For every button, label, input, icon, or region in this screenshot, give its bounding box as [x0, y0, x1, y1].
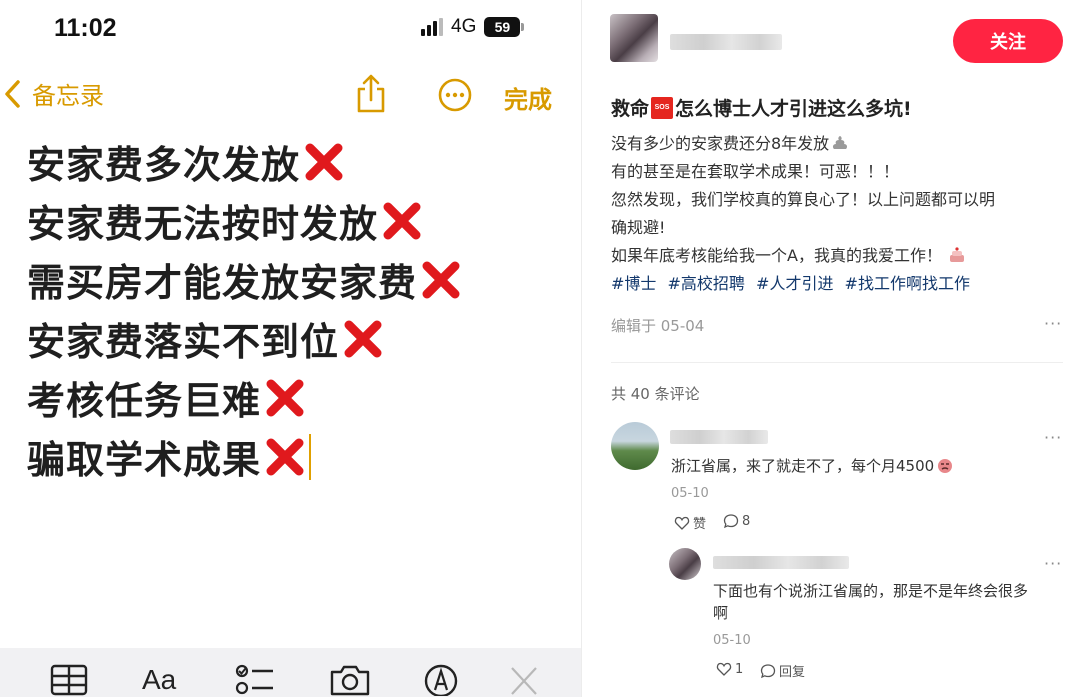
heart-icon [716, 662, 732, 676]
like-button[interactable]: 赞 [674, 513, 706, 532]
comment-more-icon[interactable]: ··· [1044, 428, 1062, 447]
post-panel: 关注 救命 SOS 怎么博士人才引进这么多坑! 没有多少的安家费还分8年发放 有… [581, 0, 1080, 697]
close-icon[interactable] [509, 662, 539, 696]
red-x-icon [344, 320, 382, 357]
note-line: 安家费无法按时发放 [27, 191, 463, 250]
note-line-text: 骗取学术成果 [27, 438, 262, 482]
reply-date: 05-10 [713, 633, 751, 648]
heart-icon [674, 516, 690, 530]
tag-link[interactable]: #高校招聘 [668, 274, 745, 293]
post-tags: #博士 #高校招聘 #人才引进 #找工作啊找工作 [611, 270, 1063, 298]
red-x-icon [305, 143, 343, 180]
comment-bubble-icon [760, 663, 776, 678]
checklist-icon[interactable] [235, 662, 275, 696]
comment-bubble-icon [723, 514, 739, 529]
network-label: 4G [451, 16, 477, 37]
comment-date: 05-10 [671, 486, 709, 501]
commenter-name[interactable] [670, 430, 768, 444]
reply-like-button[interactable]: 1 [716, 661, 743, 677]
notes-navbar: 备忘录 完成 [0, 72, 581, 120]
edit-date: 编辑于 05-04 [611, 317, 705, 335]
note-line-text: 考核任务巨难 [27, 379, 262, 423]
red-x-icon [383, 202, 421, 239]
note-line-text: 安家费无法按时发放 [27, 202, 379, 246]
battery-level: 59 [484, 17, 521, 37]
post-body-line: 如果年底考核能给我一个A，我真的我爱工作！ [611, 242, 1063, 270]
text-cursor [309, 433, 312, 480]
table-icon[interactable] [50, 662, 88, 696]
sos-badge: SOS [651, 96, 674, 119]
note-content[interactable]: 安家费多次发放 安家费无法按时发放 需买房才能发放安家费 安家费落实不到位 考核… [27, 132, 463, 486]
notes-screen: 11:02 4G 59 备忘录 完成 安家费多次发放 安家费无法按时发放 需买房… [0, 0, 581, 697]
note-line: 安家费落实不到位 [27, 309, 463, 368]
author-name[interactable] [670, 34, 782, 50]
cake-emoji-icon [949, 247, 964, 262]
post-body: 没有多少的安家费还分8年发放 有的甚至是在套取学术成果！可恶！！！ 忽然发现，我… [611, 130, 1063, 298]
chevron-left-icon [5, 79, 20, 108]
red-x-icon [266, 438, 304, 475]
reply-name[interactable] [713, 556, 849, 569]
format-text-button[interactable]: Aa [142, 664, 176, 697]
commenter-avatar[interactable] [611, 422, 659, 470]
back-button[interactable]: 备忘录 [2, 76, 104, 111]
markup-pen-icon[interactable] [423, 662, 459, 696]
share-icon[interactable] [354, 72, 388, 114]
poop-emoji-icon [833, 136, 848, 149]
done-button[interactable]: 完成 [504, 80, 552, 115]
note-line-text: 安家费落实不到位 [27, 320, 340, 364]
tag-link[interactable]: #人才引进 [756, 274, 833, 293]
post-title-prefix: 救命 [611, 98, 650, 120]
note-line: 安家费多次发放 [27, 132, 463, 191]
red-x-icon [422, 261, 460, 298]
comment-text: 浙江省属，来了就走不了，每个月4500 [671, 455, 954, 477]
tag-link[interactable]: #找工作啊找工作 [845, 274, 970, 293]
note-line-text: 需买房才能发放安家费 [27, 261, 418, 305]
note-line: 考核任务巨难 [27, 368, 463, 427]
red-x-icon [266, 379, 304, 416]
back-label: 备忘录 [32, 82, 104, 110]
status-indicators: 4G 59 [421, 16, 525, 38]
post-title-text: 怎么博士人才引进这么多坑! [675, 98, 912, 120]
author-avatar[interactable] [610, 14, 658, 62]
note-line-text: 安家费多次发放 [27, 143, 301, 187]
post-body-line: 忽然发现，我们学校真的算良心了！以上问题都可以明 [611, 190, 996, 209]
post-body-line: 没有多少的安家费还分8年发放 [611, 130, 1063, 158]
reply-avatar[interactable] [669, 548, 701, 580]
battery-icon: 59 [484, 17, 525, 37]
post-more-icon[interactable]: ··· [1044, 314, 1062, 333]
notes-toolbar: Aa [0, 648, 581, 697]
camera-icon[interactable] [329, 662, 371, 696]
note-line: 需买房才能发放安家费 [27, 250, 463, 309]
more-circle-icon[interactable] [438, 78, 472, 112]
reply-reply-button[interactable]: 回复 [760, 661, 805, 680]
post-body-line: 有的甚至是在套取学术成果！可恶！！！ [611, 162, 900, 181]
reply-more-icon[interactable]: ··· [1044, 554, 1062, 573]
post-body-line: 确规避! [611, 218, 666, 237]
comment-count: 共 40 条评论 [611, 385, 700, 403]
follow-button[interactable]: 关注 [953, 19, 1063, 63]
divider [611, 362, 1063, 363]
post-title: 救命 SOS 怎么博士人才引进这么多坑! [611, 94, 912, 121]
reply-text: 下面也有个说浙江省属的，那是不是年终会很多 啊 [713, 582, 1029, 622]
crying-emoji-icon [938, 459, 953, 473]
status-time: 11:02 [54, 14, 117, 42]
note-line: 骗取学术成果 [27, 427, 463, 486]
reply-button[interactable]: 8 [723, 513, 750, 529]
signal-icon [421, 18, 443, 36]
tag-link[interactable]: #博士 [611, 274, 656, 293]
